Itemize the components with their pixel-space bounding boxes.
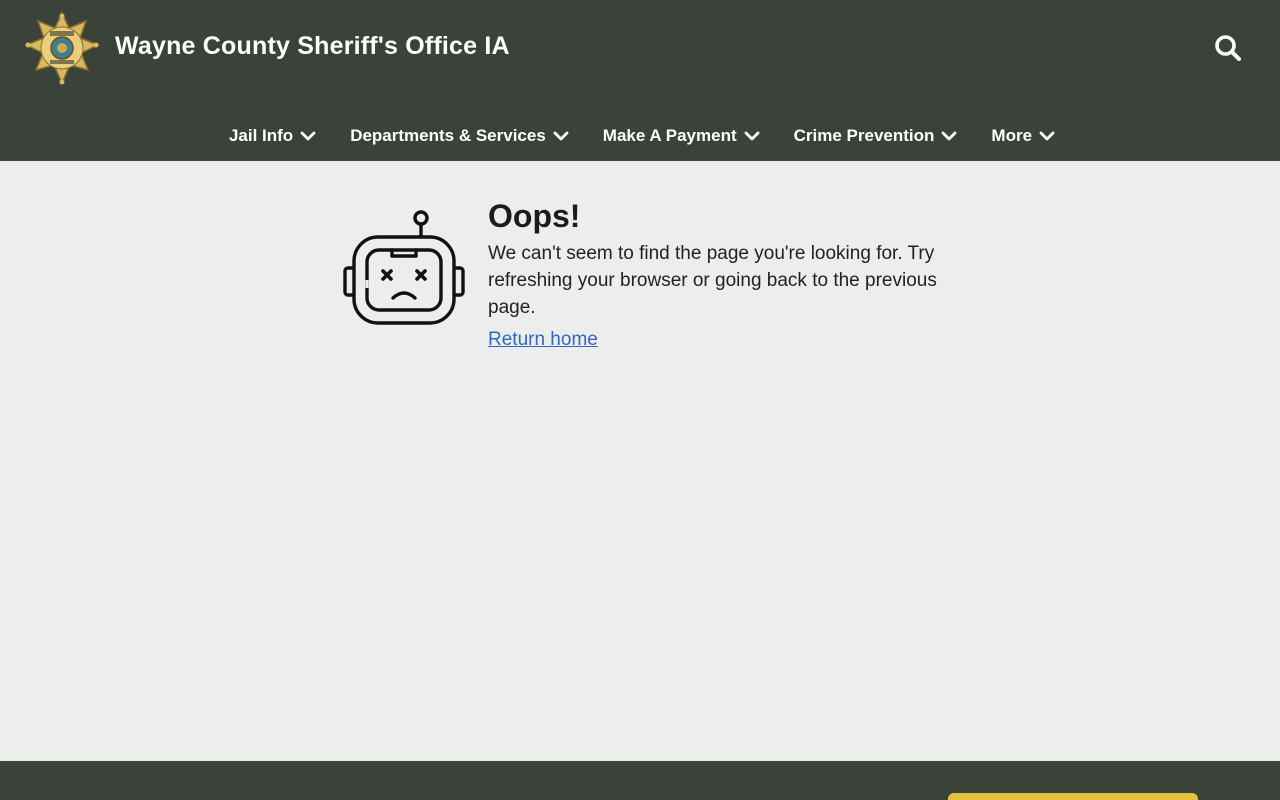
nav-item-crime-prevention[interactable]: Crime Prevention: [794, 118, 958, 154]
nav-item-label: More: [991, 126, 1033, 145]
site-header: Wayne County Sheriff's Office IA Jail In…: [0, 0, 1280, 161]
footer-button[interactable]: [948, 793, 1198, 800]
search-button[interactable]: [1210, 32, 1246, 68]
sheriff-badge-logo[interactable]: [22, 11, 102, 87]
nav-item-label: Departments & Services: [350, 126, 546, 145]
error-description: We can't seem to find the page you're lo…: [488, 243, 937, 318]
nav-item-make-a-payment[interactable]: Make A Payment: [603, 118, 760, 154]
nav-item-departments-services[interactable]: Departments & Services: [350, 118, 569, 154]
chevron-down-icon: [1039, 128, 1055, 144]
nav-item-more[interactable]: More: [991, 118, 1055, 154]
nav-item-jail-info[interactable]: Jail Info: [229, 118, 316, 154]
nav-item-label: Jail Info: [228, 126, 294, 145]
site-footer: [0, 761, 1280, 800]
chevron-down-icon: [300, 128, 316, 144]
site-title[interactable]: Wayne County Sheriff's Office IA: [115, 32, 510, 61]
error-title: Oops!: [488, 198, 581, 234]
nav-item-label: Crime Prevention: [793, 126, 935, 145]
chevron-down-icon: [941, 128, 957, 144]
chevron-down-icon: [553, 128, 569, 144]
sad-robot-icon: [342, 208, 466, 326]
search-icon: [1214, 34, 1242, 67]
not-found-message: Oops! We can't seem to find the page you…: [488, 196, 958, 351]
chevron-down-icon: [744, 128, 760, 144]
nav-item-label: Make A Payment: [602, 126, 737, 145]
return-home-link[interactable]: Return home: [488, 329, 598, 351]
main-navigation: Jail Info Departments & Services Make A …: [0, 118, 1280, 156]
